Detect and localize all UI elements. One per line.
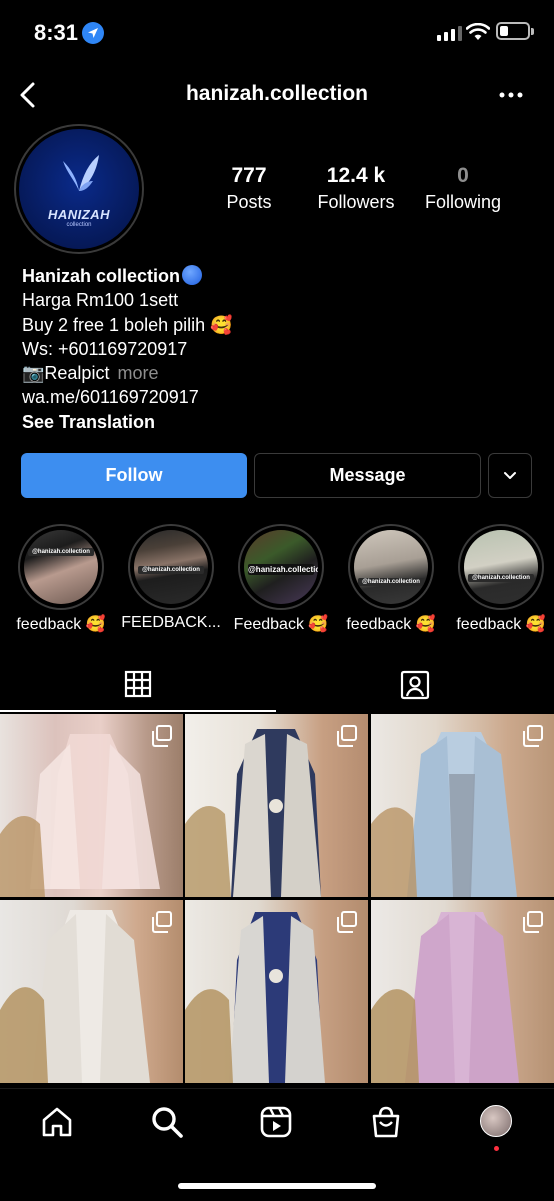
multiple-photos-icon — [523, 911, 543, 933]
profile-avatar[interactable]: HANIZAH collection — [19, 129, 139, 249]
bio-more-link[interactable]: more — [117, 363, 158, 383]
suggested-accounts-button[interactable] — [488, 453, 532, 498]
multiple-photos-icon — [152, 911, 172, 933]
profile-bio: Hanizah collection Harga Rm100 1sett Buy… — [22, 264, 233, 434]
highlight-tag: @hanizah.collection — [248, 564, 318, 575]
avatar-brand-name: HANIZAH — [48, 207, 110, 222]
notification-dot — [494, 1146, 499, 1151]
highlight-label: feedback 🥰 — [456, 616, 546, 633]
multiple-photos-icon — [337, 725, 357, 747]
search-icon[interactable] — [150, 1105, 184, 1139]
highlight-tag: @hanizah.collection — [138, 566, 204, 574]
posts-count: 777 — [231, 164, 267, 187]
highlight-label: feedback 🥰 — [346, 616, 436, 633]
followers-count: 12.4 k — [326, 164, 386, 187]
following-label: Following — [424, 192, 502, 212]
highlight-label: Feedback 🥰 — [233, 616, 329, 633]
profile-display-name: Hanizah collection — [22, 266, 181, 286]
highlight-cover: @hanizah.collection — [244, 530, 318, 604]
post-thumbnail[interactable] — [371, 714, 554, 897]
highlight-feedback-4[interactable]: @hanizah.collection — [348, 524, 434, 610]
highlight-cover: @hanizah.collection — [24, 530, 98, 604]
highlight-feedback-3[interactable]: @hanizah.collection — [238, 524, 324, 610]
post-thumbnail[interactable] — [185, 900, 368, 1083]
cellular-signal-icon — [437, 26, 462, 41]
post-thumbnail[interactable] — [0, 714, 183, 897]
bio-line-contact: Ws: +601169720917 — [22, 338, 188, 359]
bottom-navigation — [0, 1088, 554, 1201]
see-translation-link[interactable]: See Translation — [22, 410, 233, 434]
battery-tip — [531, 28, 534, 35]
highlight-label: FEEDBACK... — [121, 614, 221, 631]
highlight-cover: @hanizah.collection — [134, 530, 208, 604]
status-time: 8:31 — [34, 20, 79, 45]
following-stat[interactable]: 0 Following — [408, 164, 518, 213]
highlight-cover: @hanizah.collection — [464, 530, 538, 604]
bio-line-offer: Buy 2 free 1 boleh pilih 🥰 — [22, 314, 233, 335]
chevron-down-icon — [504, 471, 516, 479]
tagged-tab-icon[interactable] — [399, 670, 431, 700]
multiple-photos-icon — [337, 911, 357, 933]
highlight-feedback-5[interactable]: @hanizah.collection — [458, 524, 544, 610]
more-options-icon[interactable] — [498, 90, 524, 100]
multiple-photos-icon — [523, 725, 543, 747]
highlight-label: feedback 🥰 — [16, 616, 106, 633]
blue-circle-icon — [182, 265, 203, 285]
reels-icon[interactable] — [259, 1105, 293, 1139]
profile-tab-avatar[interactable] — [480, 1105, 512, 1137]
avatar-brand-sub: collection — [66, 222, 92, 228]
bio-line-price: Harga Rm100 1sett — [22, 290, 179, 311]
followers-stat[interactable]: 12.4 k Followers — [301, 164, 411, 213]
bio-line-realpict: 📷Realpict — [22, 363, 110, 384]
grid-tab-icon[interactable] — [124, 670, 152, 698]
posts-stat[interactable]: 777 Posts — [194, 164, 304, 213]
bio-website-link[interactable]: wa.me/601169720917 — [22, 385, 233, 409]
highlight-feedback-1[interactable]: @hanizah.collection — [18, 524, 104, 610]
highlight-tag: @hanizah.collection — [468, 574, 534, 582]
battery-icon — [496, 22, 530, 40]
highlight-feedback-2[interactable]: @hanizah.collection — [128, 524, 214, 610]
shop-icon[interactable] — [369, 1105, 403, 1139]
post-thumbnail[interactable] — [371, 900, 554, 1083]
highlight-cover: @hanizah.collection — [354, 530, 428, 604]
profile-username: hanizah.collection — [185, 82, 369, 105]
wifi-icon — [466, 23, 490, 40]
highlight-tag: @hanizah.collection — [358, 578, 424, 586]
active-tab-indicator — [0, 710, 276, 712]
highlight-tag: @hanizah.collection — [28, 548, 94, 556]
post-thumbnail[interactable] — [185, 714, 368, 897]
post-thumbnail[interactable] — [0, 900, 183, 1083]
home-indicator — [178, 1183, 376, 1189]
following-count: 0 — [457, 164, 469, 187]
posts-label: Posts — [226, 192, 272, 212]
butterfly-logo-icon — [63, 155, 99, 191]
home-icon[interactable] — [40, 1105, 74, 1139]
follow-button[interactable]: Follow — [21, 453, 247, 498]
multiple-photos-icon — [152, 725, 172, 747]
location-icon — [82, 22, 104, 44]
followers-label: Followers — [317, 192, 395, 212]
message-button[interactable]: Message — [254, 453, 481, 498]
